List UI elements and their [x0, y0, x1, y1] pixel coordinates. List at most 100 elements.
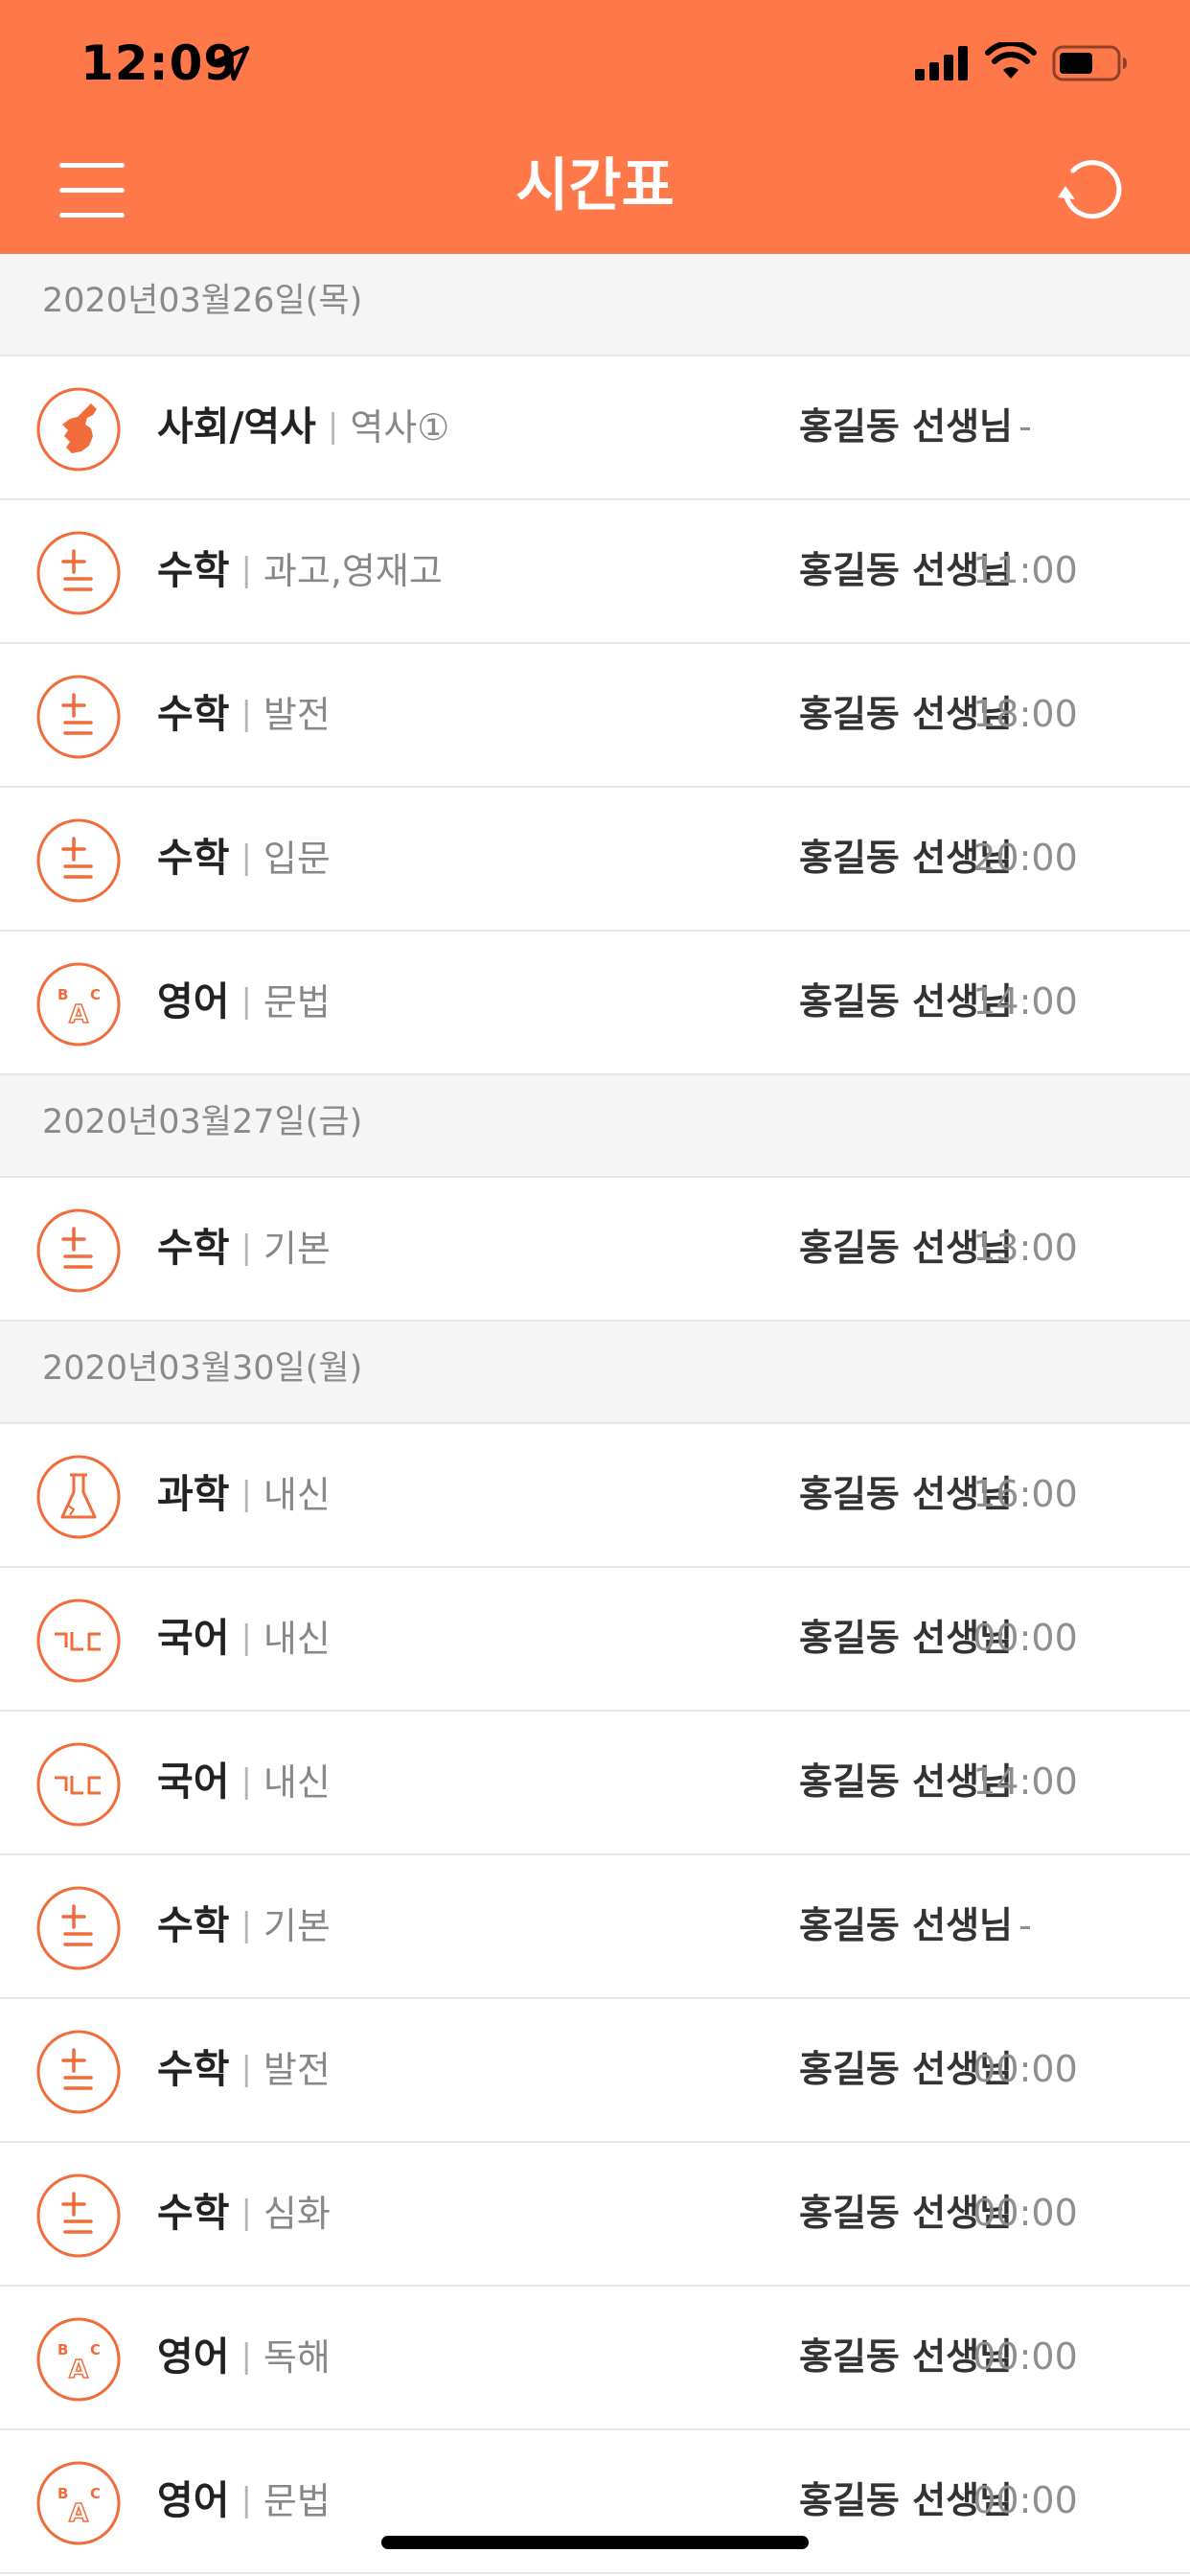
class-time: 00:00 — [973, 2335, 1078, 2378]
timetable-row[interactable]: 수학 | 발전 홍길동 선생님 18:00 — [0, 644, 1190, 788]
location-arrow-icon — [214, 45, 250, 81]
wifi-icon — [985, 42, 1037, 79]
class-name: 입문 — [263, 838, 331, 880]
korea-map-icon — [36, 387, 121, 472]
subject-name: 영어 — [157, 2477, 230, 2523]
separator: | — [240, 1229, 252, 1267]
timetable-row[interactable]: B A C 영어 | 문법 홍길동 선생님 14:00 — [0, 932, 1190, 1075]
subject-name: 수학 — [157, 2046, 230, 2092]
svg-text:A: A — [69, 2499, 88, 2528]
class-name: 내신 — [263, 1618, 331, 1660]
timetable-row[interactable]: 국어 | 내신 홍길동 선생님 00:00 — [0, 1568, 1190, 1712]
timetable-row[interactable]: 수학 | 발전 홍길동 선생님 00:00 — [0, 1999, 1190, 2143]
subject-label: 수학 | 발전 — [157, 686, 331, 743]
subject-label: 영어 | 문법 — [157, 2472, 331, 2529]
math-plus-minus-icon — [36, 2030, 121, 2114]
subject-label: 수학 | 기본 — [157, 1220, 331, 1276]
class-name: 기본 — [263, 1905, 331, 1947]
class-time: 00:00 — [973, 2192, 1078, 2234]
english-abc-icon: BAC — [36, 962, 121, 1046]
hamburger-menu-icon[interactable] — [48, 146, 136, 234]
timetable-row[interactable]: 과학 | 내신 홍길동 선생님 16:00 — [0, 1424, 1190, 1568]
subject-label: 영어 | 독해 — [157, 2329, 331, 2385]
subject-label: 수학 | 입문 — [157, 830, 331, 886]
subject-label: 수학 | 발전 — [157, 2041, 331, 2098]
class-name: 과고,영재고 — [263, 550, 443, 592]
class-time: - — [1018, 1904, 1032, 1946]
timetable-row[interactable]: 수학 | 기본 홍길동 선생님 - — [0, 1855, 1190, 1999]
class-time: - — [1018, 405, 1032, 448]
class-time: 18:00 — [973, 693, 1078, 735]
science-flask-icon — [36, 1455, 121, 1539]
timetable-row[interactable]: 수학 | 기본 홍길동 선생님 13:00 — [0, 1178, 1190, 1322]
svg-text:C: C — [90, 2485, 101, 2502]
math-plus-minus-icon — [36, 818, 121, 903]
date-label: 2020년03월27일(금) — [42, 1103, 363, 1141]
class-name: 역사① — [350, 406, 450, 448]
class-name: 심화 — [263, 2193, 331, 2235]
separator: | — [240, 1619, 252, 1657]
english-abc-icon: BAC — [36, 2317, 121, 2402]
cellular-signal-icon — [915, 46, 968, 80]
subject-name: 과학 — [157, 1471, 230, 1517]
separator: | — [240, 982, 252, 1021]
subject-label: 영어 | 문법 — [157, 974, 331, 1030]
class-time: 14:00 — [973, 980, 1078, 1023]
separator: | — [240, 839, 252, 877]
korean-letters-icon — [36, 1742, 121, 1827]
class-name: 발전 — [263, 694, 331, 736]
subject-label: 수학 | 기본 — [157, 1898, 331, 1954]
date-section-header: 2020년03월27일(금) — [0, 1075, 1190, 1178]
timetable-row[interactable]: 국어 | 내신 홍길동 선생님 14:00 — [0, 1712, 1190, 1855]
subject-label: 과학 | 내신 — [157, 1466, 331, 1523]
battery-icon — [1052, 45, 1127, 81]
subject-label: 수학 | 심화 — [157, 2185, 331, 2242]
separator: | — [240, 2050, 252, 2088]
separator: | — [240, 551, 252, 589]
timetable-row[interactable]: B A C 영어 | 문법 홍길동 선생님 00:00 — [0, 2430, 1190, 2574]
svg-text:A: A — [69, 1000, 88, 1029]
class-name: 내신 — [263, 1761, 331, 1804]
timetable-row[interactable]: 수학 | 입문 홍길동 선생님 20:00 — [0, 788, 1190, 932]
subject-name: 수학 — [157, 691, 230, 737]
timetable-row[interactable]: 사회/역사 | 역사① 홍길동 선생님 - — [0, 356, 1190, 500]
separator: | — [240, 2481, 252, 2519]
nav-bar: 시간표 — [0, 126, 1190, 254]
class-name: 독해 — [263, 2336, 331, 2379]
timetable-list[interactable]: 2020년03월26일(목) 사회/역사 | 역사① 홍길동 선생님 - 수학 | 과고,영재고… — [0, 254, 1190, 2574]
timetable-row[interactable]: 수학 | 심화 홍길동 선생님 00:00 — [0, 2143, 1190, 2287]
separator: | — [240, 2337, 252, 2376]
class-time: 00:00 — [973, 2479, 1078, 2521]
class-name: 기본 — [263, 1228, 331, 1270]
timetable-row[interactable]: 수학 | 과고,영재고 홍길동 선생님 11:00 — [0, 500, 1190, 644]
timetable-screen: 12:09 시간표 2020년03월26일(목) 사회/역사 | 역사① 홍길동… — [0, 0, 1190, 2576]
class-name: 문법 — [263, 981, 331, 1024]
class-time: 11:00 — [973, 549, 1078, 591]
subject-name: 수학 — [157, 1902, 230, 1948]
refresh-icon[interactable] — [1052, 150, 1133, 230]
math-plus-minus-icon — [36, 1886, 121, 1970]
subject-name: 수학 — [157, 547, 230, 593]
subject-label: 수학 | 과고,영재고 — [157, 542, 443, 599]
math-plus-minus-icon — [36, 675, 121, 759]
svg-text:C: C — [90, 2341, 101, 2358]
svg-text:B: B — [57, 986, 68, 1003]
class-name: 발전 — [263, 2049, 331, 2091]
svg-text:A: A — [69, 2356, 88, 2384]
separator: | — [240, 1475, 252, 1513]
class-time: 16:00 — [973, 1473, 1078, 1515]
class-time: 00:00 — [973, 1617, 1078, 1659]
subject-label: 사회/역사 | 역사① — [157, 399, 449, 455]
separator: | — [327, 407, 339, 446]
separator: | — [240, 695, 252, 733]
timetable-row[interactable]: B A C 영어 | 독해 홍길동 선생님 00:00 — [0, 2287, 1190, 2430]
date-label: 2020년03월26일(목) — [42, 282, 363, 320]
subject-label: 국어 | 내신 — [157, 1610, 331, 1667]
separator: | — [240, 1762, 252, 1801]
subject-name: 국어 — [157, 1759, 230, 1805]
math-plus-minus-icon — [36, 531, 121, 615]
math-plus-minus-icon — [36, 1208, 121, 1293]
class-time: 14:00 — [973, 1760, 1078, 1803]
class-time: 00:00 — [973, 2048, 1078, 2090]
svg-text:C: C — [90, 986, 101, 1003]
